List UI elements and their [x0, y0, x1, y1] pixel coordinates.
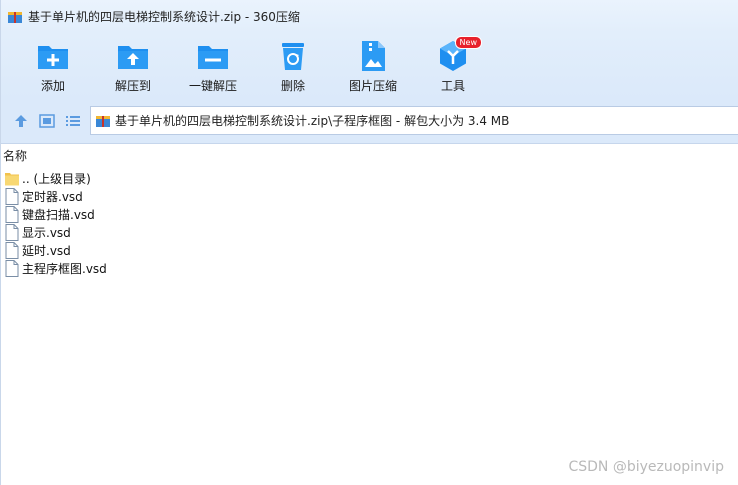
- file-name: 键盘扫描.vsd: [22, 207, 95, 222]
- document-icon: [5, 241, 19, 259]
- extract-to-label: 解压到: [114, 79, 151, 93]
- file-name: 延时.vsd: [22, 243, 71, 258]
- title-bar: 基于单片机的四层电梯控制系统设计.zip - 360压缩: [1, 0, 738, 33]
- recycle-bin-icon: [282, 43, 304, 70]
- watermark-text: CSDN @biyezuopinvip: [568, 459, 724, 475]
- new-badge: New: [454, 36, 482, 49]
- delete-button[interactable]: 删除: [251, 33, 335, 99]
- list-header: 名称: [1, 145, 738, 166]
- add-label: 添加: [40, 79, 65, 93]
- document-icon: [5, 259, 19, 277]
- image-compress-label: 图片压缩: [348, 79, 397, 93]
- document-icon: [5, 187, 19, 205]
- document-icon: [5, 223, 19, 241]
- add-button[interactable]: 添加: [11, 33, 95, 99]
- list-item[interactable]: 主程序框图.vsd: [1, 259, 738, 277]
- file-name: 定时器.vsd: [22, 189, 83, 204]
- file-name: 主程序框图.vsd: [22, 261, 107, 276]
- extract-to-button[interactable]: 解压到: [91, 33, 175, 99]
- image-compress-button[interactable]: 图片压缩: [331, 33, 415, 99]
- list-item[interactable]: 键盘扫描.vsd: [1, 205, 738, 223]
- app-window: 基于单片机的四层电梯控制系统设计.zip - 360压缩 添加 解压到 一键解压…: [0, 0, 738, 485]
- list-item-parent-dir[interactable]: .. (上级目录): [1, 169, 738, 187]
- add-folder-icon: [38, 46, 68, 69]
- address-bar: 基于单片机的四层电梯控制系统设计.zip\子程序框图 - 解包大小为 3.4 M…: [1, 99, 738, 144]
- file-name: 显示.vsd: [22, 225, 71, 240]
- window-title: 基于单片机的四层电梯控制系统设计.zip - 360压缩: [28, 10, 300, 24]
- image-compress-icon: [362, 41, 385, 71]
- tools-icon-wrap: New: [436, 36, 482, 73]
- list-item[interactable]: 延时.vsd: [1, 241, 738, 259]
- file-name: .. (上级目录): [22, 171, 91, 186]
- address-field[interactable]: 基于单片机的四层电梯控制系统设计.zip\子程序框图 - 解包大小为 3.4 M…: [90, 106, 738, 135]
- list-item[interactable]: 定时器.vsd: [1, 187, 738, 205]
- thumbnail-view-icon[interactable]: [38, 112, 56, 130]
- one-click-extract-icon: [198, 46, 228, 69]
- document-icon: [5, 205, 19, 223]
- folder-icon: [5, 172, 19, 185]
- tools-button[interactable]: New 工具: [411, 33, 495, 99]
- file-list: .. (上级目录) 定时器.vsd 键盘扫描.vsd 显示.vsd 延时.vsd…: [1, 169, 738, 277]
- up-arrow-icon[interactable]: [12, 112, 30, 130]
- one-click-extract-button[interactable]: 一键解压: [171, 33, 255, 99]
- list-view-icon[interactable]: [64, 112, 82, 130]
- one-click-extract-label: 一键解压: [188, 79, 237, 93]
- column-header-name[interactable]: 名称: [1, 147, 27, 164]
- address-path: 基于单片机的四层电梯控制系统设计.zip\子程序框图 - 解包大小为 3.4 M…: [115, 114, 510, 128]
- delete-label: 删除: [280, 79, 305, 93]
- tools-label: 工具: [440, 79, 465, 93]
- main-toolbar: 添加 解压到 一键解压 删除 图片压缩 New 工具: [1, 33, 738, 99]
- archive-app-icon: [8, 11, 22, 23]
- list-item[interactable]: 显示.vsd: [1, 223, 738, 241]
- extract-to-icon: [118, 46, 148, 69]
- zip-file-icon: [96, 115, 110, 127]
